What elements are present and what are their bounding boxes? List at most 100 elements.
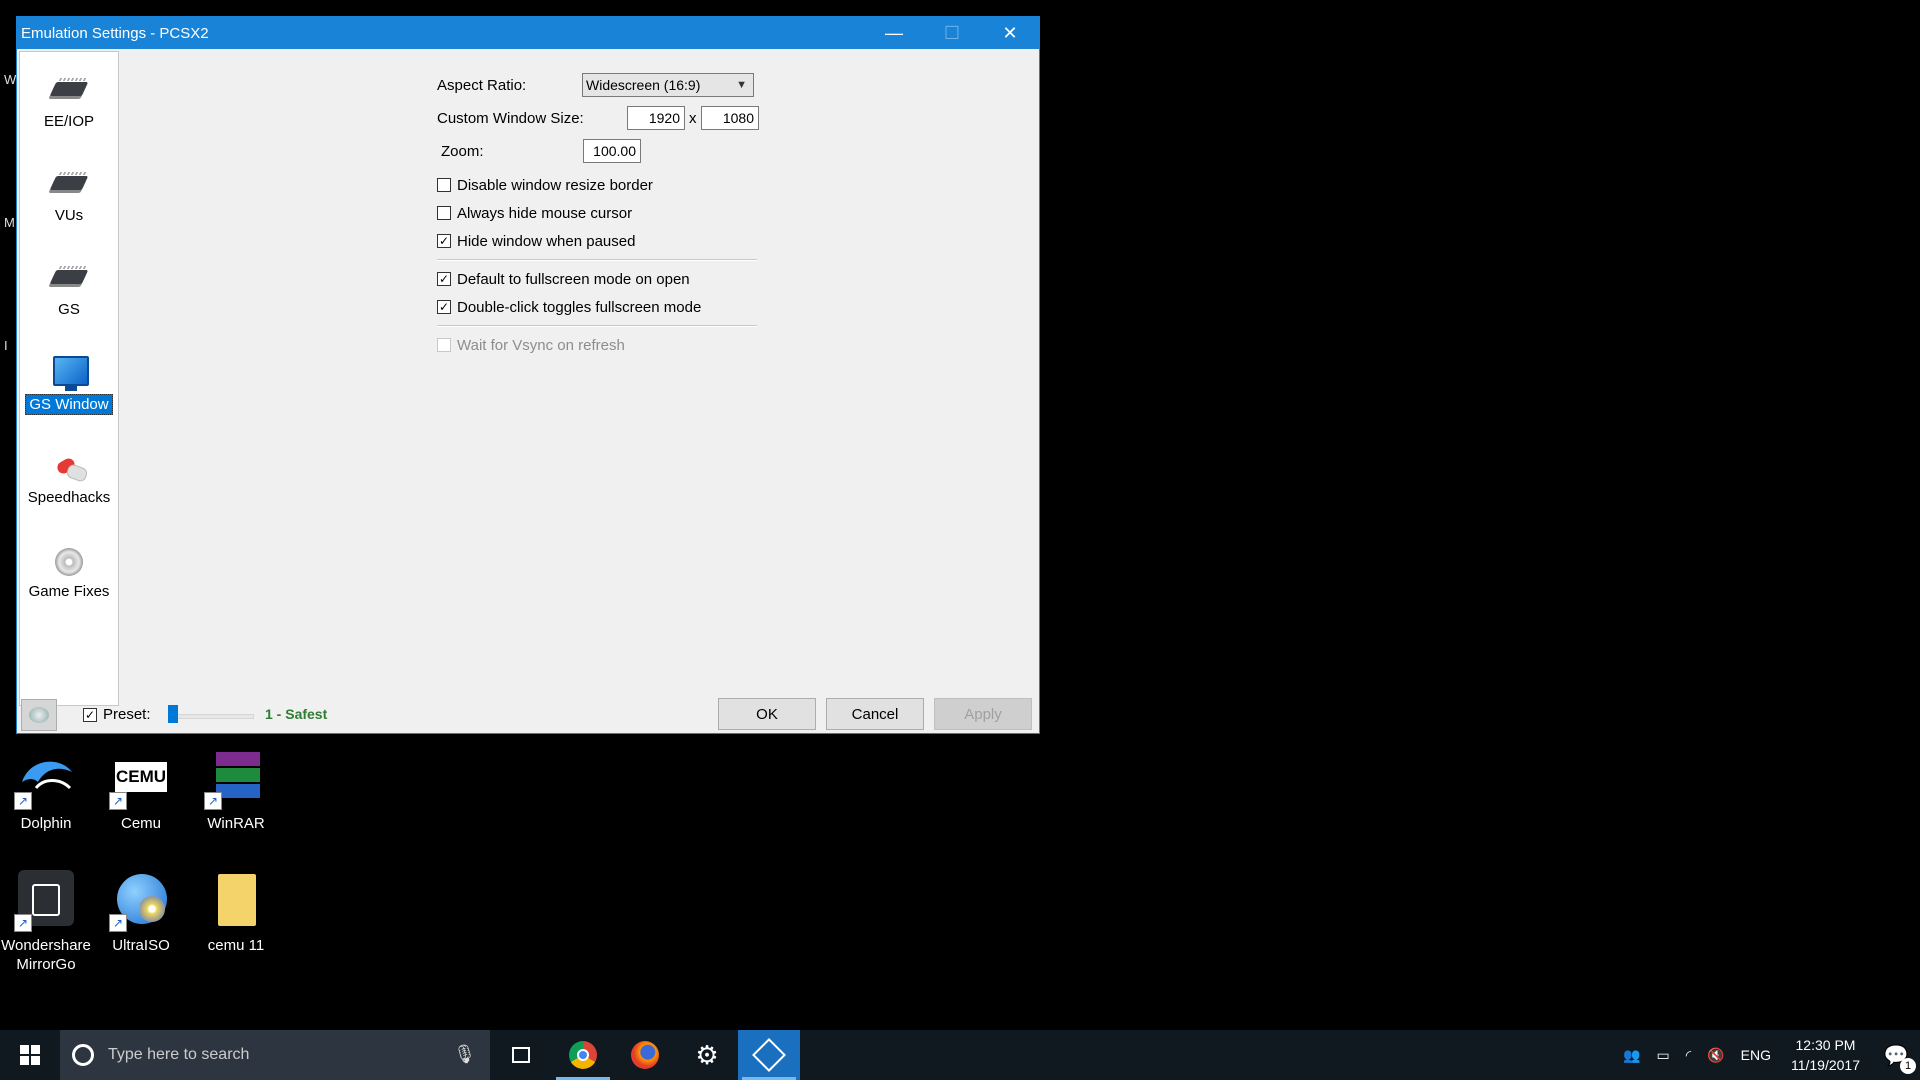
apply-button: Apply xyxy=(934,698,1032,730)
preset-checkbox[interactable]: Preset: xyxy=(83,706,151,723)
taskbar-search[interactable]: Type here to search 🎙 xyxy=(60,1030,490,1080)
sidebar-item-game-fixes[interactable]: Game Fixes xyxy=(20,542,118,601)
hide-window-paused-checkbox[interactable]: Hide window when paused xyxy=(437,229,635,253)
dolphin-icon: ↗ xyxy=(14,748,76,810)
checkbox-box[interactable] xyxy=(437,206,451,220)
desktop-edge-letter: M xyxy=(4,215,15,230)
maximize-button: ☐ xyxy=(943,22,961,43)
sidebar-item-vus[interactable]: VUs xyxy=(20,166,118,225)
desktop-icon-dolphin[interactable]: ↗ Dolphin xyxy=(0,748,96,833)
sidebar-item-ee-iop[interactable]: EE/IOP xyxy=(20,72,118,131)
sidebar-item-label: Speedhacks xyxy=(27,489,111,506)
sidebar-item-gs-window[interactable]: GS Window xyxy=(20,354,118,415)
desktop-icon-label: UltraISO xyxy=(112,937,170,954)
minimize-button[interactable]: — xyxy=(865,17,923,49)
vsync-checkbox: Wait for Vsync on refresh xyxy=(437,333,625,357)
size-separator: x xyxy=(689,109,697,127)
checkbox-box xyxy=(437,338,451,352)
desktop-icon-label: WinRAR xyxy=(207,815,265,832)
winrar-icon: ↗ xyxy=(204,748,266,810)
ultraiso-icon: ↗ xyxy=(109,870,171,932)
taskbar-firefox[interactable] xyxy=(614,1030,676,1080)
cancel-button[interactable]: Cancel xyxy=(826,698,924,730)
preset-label: Preset: xyxy=(103,706,151,723)
zoom-input[interactable]: 100.00 xyxy=(583,139,641,163)
microphone-icon[interactable]: 🎙 xyxy=(453,1044,476,1065)
preset-config-button[interactable] xyxy=(21,699,57,731)
desktop-icon-mirrorgo[interactable]: ↗ Wondershare MirrorGo xyxy=(0,870,96,974)
chrome-icon xyxy=(569,1041,597,1069)
checkbox-label: Disable window resize border xyxy=(457,176,653,194)
checkbox-box[interactable] xyxy=(437,300,451,314)
people-icon[interactable]: 👥 xyxy=(1615,1047,1648,1064)
sidebar-item-label: Game Fixes xyxy=(28,583,110,600)
desktop-icon-label: Cemu xyxy=(120,815,161,832)
settings-icon: ⚙ xyxy=(695,1039,719,1070)
desktop-icon-winrar[interactable]: ↗ WinRAR xyxy=(186,748,286,833)
checkbox-label: Double-click toggles fullscreen mode xyxy=(457,298,702,316)
aspect-ratio-value: Widescreen (16:9) xyxy=(586,77,701,93)
sidebar-item-label: VUs xyxy=(54,207,84,224)
desktop-icon-cemu-11[interactable]: cemu 11 xyxy=(186,870,286,955)
chip-icon xyxy=(47,72,91,108)
clock[interactable]: 12:30 PM 11/19/2017 xyxy=(1779,1035,1872,1075)
checkbox-label: Always hide mouse cursor xyxy=(457,204,633,222)
taskbar-pcsx2[interactable] xyxy=(738,1030,800,1080)
custom-window-size-label: Custom Window Size: xyxy=(437,109,584,127)
wifi-icon[interactable]: ◜ xyxy=(1678,1047,1699,1064)
window-title: Emulation Settings - PCSX2 xyxy=(21,24,209,42)
desktop-icon-label: cemu 11 xyxy=(207,937,265,954)
separator xyxy=(437,325,757,327)
aspect-ratio-select[interactable]: Widescreen (16:9) ▼ xyxy=(582,73,754,97)
preset-config-icon xyxy=(29,707,49,723)
task-view-icon xyxy=(512,1047,530,1063)
pills-icon xyxy=(47,448,91,484)
pcsx2-icon xyxy=(752,1038,786,1072)
checkbox-label: Hide window when paused xyxy=(457,232,636,250)
preset-slider-thumb[interactable] xyxy=(168,705,178,723)
close-button[interactable]: ✕ xyxy=(981,17,1039,49)
double-click-fullscreen-checkbox[interactable]: Double-click toggles fullscreen mode xyxy=(437,295,701,319)
window-height-input[interactable]: 1080 xyxy=(701,106,759,130)
desktop-icon-label: Dolphin xyxy=(20,815,72,832)
title-bar[interactable]: Emulation Settings - PCSX2 — ☐ ✕ xyxy=(17,17,1039,49)
folder-icon xyxy=(206,870,266,930)
hide-mouse-cursor-checkbox[interactable]: Always hide mouse cursor xyxy=(437,201,632,225)
settings-sidebar: EE/IOP VUs GS GS Window Speedhacks Game … xyxy=(19,51,119,706)
aspect-ratio-label: Aspect Ratio: xyxy=(437,76,527,94)
clock-date: 11/19/2017 xyxy=(1790,1057,1860,1073)
default-fullscreen-checkbox[interactable]: Default to fullscreen mode on open xyxy=(437,267,690,291)
battery-icon[interactable]: ▭ xyxy=(1649,1047,1678,1064)
sidebar-item-speedhacks[interactable]: Speedhacks xyxy=(20,448,118,507)
desktop-edge-letter: I xyxy=(4,338,8,353)
language-indicator[interactable]: ENG xyxy=(1733,1047,1779,1063)
task-view-button[interactable] xyxy=(490,1030,552,1080)
preset-slider-track[interactable] xyxy=(172,714,254,719)
start-button[interactable] xyxy=(0,1030,60,1080)
action-center-button[interactable]: 💬 1 xyxy=(1872,1030,1920,1080)
monitor-icon xyxy=(47,354,91,391)
desktop-edge-letter: W xyxy=(4,72,17,87)
ok-button[interactable]: OK xyxy=(718,698,816,730)
window-footer: Preset: 1 - Safest OK Cancel Apply xyxy=(17,697,1039,733)
desktop-icon-ultraiso[interactable]: ↗ UltraISO xyxy=(91,870,191,955)
disable-resize-border-checkbox[interactable]: Disable window resize border xyxy=(437,173,653,197)
taskbar-chrome[interactable] xyxy=(552,1030,614,1080)
sidebar-item-gs[interactable]: GS xyxy=(20,260,118,319)
checkbox-box[interactable] xyxy=(437,272,451,286)
window-width-input[interactable]: 1920 xyxy=(627,106,685,130)
checkbox-box[interactable] xyxy=(437,234,451,248)
sidebar-item-label: EE/IOP xyxy=(43,113,95,130)
volume-muted-icon[interactable]: 🔇 xyxy=(1699,1047,1732,1064)
sidebar-item-label: GS xyxy=(58,301,80,318)
cemu-icon: CEMU ↗ xyxy=(109,748,171,810)
firefox-icon xyxy=(631,1041,659,1069)
taskbar-settings[interactable]: ⚙ xyxy=(676,1030,738,1080)
checkbox-box[interactable] xyxy=(83,707,97,722)
cortana-icon xyxy=(72,1044,94,1066)
checkbox-box[interactable] xyxy=(437,178,451,192)
taskbar: Type here to search 🎙 ⚙ 👥 ▭ ◜ 🔇 ENG 12:3… xyxy=(0,1030,1920,1080)
system-tray: 👥 ▭ ◜ 🔇 ENG 12:30 PM 11/19/2017 💬 1 xyxy=(1615,1030,1920,1080)
desktop-icon-cemu[interactable]: CEMU ↗ Cemu xyxy=(91,748,191,833)
chip-icon xyxy=(47,166,91,202)
